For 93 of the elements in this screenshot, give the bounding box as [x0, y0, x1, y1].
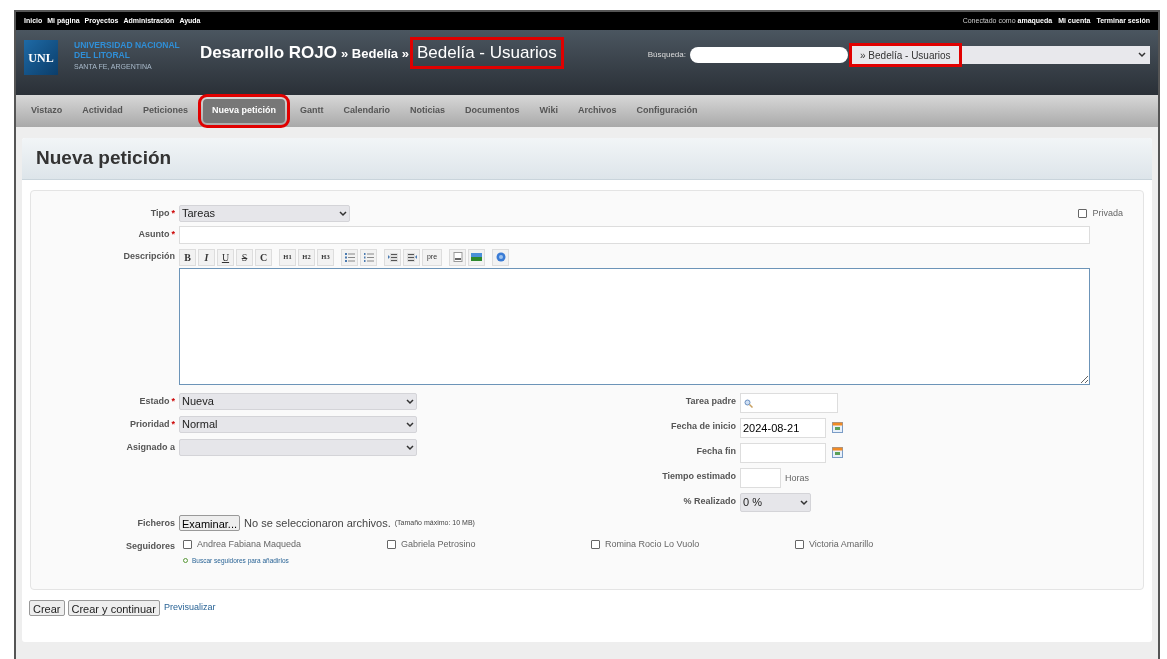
chevron-icon — [800, 499, 808, 506]
field-label: Asunto — [138, 228, 170, 241]
field-label: Prioridad — [129, 418, 170, 431]
checkbox-label: Victoria Amarillo — [809, 537, 874, 551]
field-label: Fecha de inicio — [670, 420, 736, 433]
search-field[interactable] — [690, 47, 848, 63]
chevron-icon — [406, 398, 414, 405]
checkbox[interactable] — [387, 539, 396, 549]
calendar-icon[interactable] — [832, 447, 843, 458]
menu-tab[interactable]: Actividad — [73, 99, 132, 123]
project-title: Desarrollo ROJO — [200, 42, 337, 64]
numbers-icon — [363, 252, 374, 262]
toolbar-button[interactable]: C — [255, 248, 272, 266]
chevron-icon — [406, 444, 414, 451]
outdent-icon — [406, 252, 417, 262]
select-field[interactable]: Normal — [179, 416, 417, 433]
browse-button[interactable]: Examinar... — [179, 515, 241, 532]
field-label: Estado — [139, 395, 170, 408]
required-mark: * — [171, 207, 175, 220]
checkbox[interactable] — [591, 539, 600, 549]
toolbar-button[interactable]: I — [198, 248, 215, 266]
toolbar-button[interactable]: B — [179, 248, 196, 266]
hours-field[interactable] — [740, 468, 781, 488]
add-icon — [183, 558, 188, 564]
project-title: Bedelía - Usuarios — [412, 40, 561, 66]
menu-tab[interactable]: Gantt — [290, 99, 333, 123]
toolbar-button[interactable] — [341, 248, 358, 266]
chevron-icon — [1138, 52, 1146, 58]
logo-mark: UNL — [24, 40, 58, 75]
select-field[interactable]: Nueva — [179, 393, 417, 410]
description-field[interactable] — [179, 268, 1090, 385]
image-icon — [471, 253, 482, 261]
subject-field[interactable] — [179, 226, 1090, 244]
required-mark: * — [171, 418, 175, 431]
breadcrumb-text: » Bedelía » — [341, 45, 409, 63]
menu-tab[interactable]: Noticias — [400, 99, 454, 123]
toolbar-button[interactable] — [384, 248, 401, 266]
menu-tab[interactable]: Vistazo — [22, 99, 72, 123]
toolbar-button[interactable] — [403, 248, 420, 266]
checkbox-label: Privada — [1092, 207, 1123, 220]
checkbox[interactable] — [1078, 209, 1088, 219]
search-icon — [744, 398, 753, 408]
submit-button[interactable]: Crear y continuar — [67, 600, 160, 616]
field-label: Seguidores — [126, 539, 175, 553]
menu-tab[interactable]: Calendario — [334, 99, 399, 123]
date-field[interactable] — [740, 443, 826, 463]
toolbar-button[interactable] — [468, 248, 485, 266]
field-label: Tarea padre — [685, 395, 736, 408]
toolbar-button[interactable]: U — [217, 248, 234, 266]
submit-button[interactable]: Crear — [29, 600, 65, 616]
unit-label: Horas — [785, 472, 809, 485]
toolbar-button[interactable] — [360, 248, 377, 266]
parent-task-field[interactable] — [740, 393, 838, 413]
bullets-icon — [344, 252, 355, 262]
field-label: Tiempo estimado — [662, 470, 736, 483]
menu-tab[interactable]: Documentos — [455, 99, 529, 123]
field-label: % Realizado — [683, 495, 736, 508]
search-label: Búsqueda: — [647, 49, 686, 61]
university-name: DEL LITORAL — [74, 50, 131, 60]
toolbar-button[interactable] — [449, 248, 466, 266]
help-icon — [495, 252, 506, 262]
select-field[interactable]: Tareas — [179, 205, 350, 222]
required-mark: * — [171, 228, 175, 241]
university-name: UNIVERSIDAD NACIONAL — [74, 40, 180, 50]
menu-tab[interactable]: Wiki — [530, 99, 567, 123]
preview-link[interactable]: Previsualizar — [163, 601, 216, 615]
field-label: Descripción — [123, 250, 175, 263]
select-field[interactable]: 0 % — [740, 493, 811, 512]
calendar-icon[interactable] — [832, 422, 843, 433]
chevron-icon — [406, 421, 414, 428]
checkbox-label: Gabriela Petrosino — [401, 537, 476, 551]
checkbox[interactable] — [795, 539, 804, 549]
field-label: Fecha fin — [696, 445, 736, 458]
indent-icon — [387, 252, 398, 262]
toolbar-button[interactable] — [492, 248, 509, 266]
link-icon — [452, 252, 463, 262]
menu-tab[interactable]: Archivos — [568, 99, 626, 123]
page-heading: Nueva petición — [36, 146, 172, 171]
field-label: Tipo — [150, 207, 170, 220]
menu-tab[interactable]: Peticiones — [133, 99, 197, 123]
checkbox-label: Andrea Fabiana Maqueda — [197, 537, 302, 551]
checkbox[interactable] — [183, 539, 192, 549]
menu-tab[interactable]: Configuración — [627, 99, 707, 123]
field-label: Ficheros — [137, 517, 175, 530]
checkbox-label: Romina Rocio Lo Vuolo — [605, 537, 700, 551]
required-mark: * — [171, 395, 175, 408]
date-field[interactable]: 2024-08-21 — [740, 418, 826, 438]
file-status: No se seleccionaron archivos. — [244, 516, 391, 531]
field-label: Asignado a — [126, 441, 175, 454]
select-field[interactable] — [179, 439, 417, 456]
project-select[interactable]: » Bedelía - Usuarios — [852, 46, 1150, 64]
toolbar-button[interactable]: S — [236, 248, 253, 266]
chevron-icon — [339, 210, 347, 217]
